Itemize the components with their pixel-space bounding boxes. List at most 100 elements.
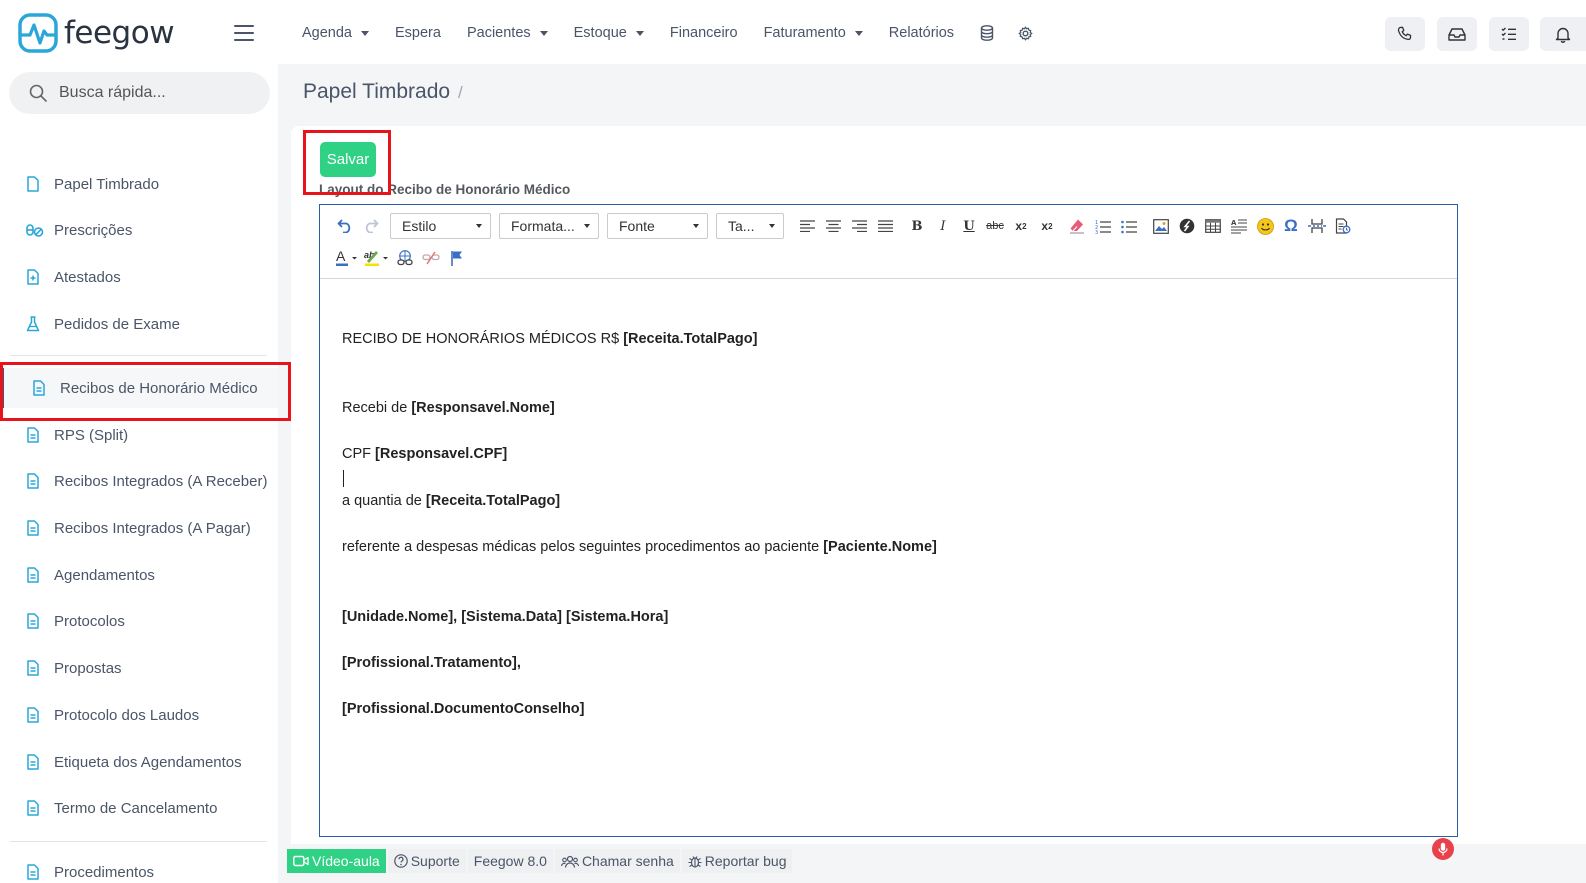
- align-right-icon[interactable]: [846, 213, 872, 239]
- nav-pacientes[interactable]: Pacientes: [467, 22, 548, 44]
- page-break-icon[interactable]: [1304, 213, 1330, 239]
- version-label: Feegow 8.0: [467, 849, 553, 873]
- template-icon[interactable]: [1330, 213, 1356, 239]
- nav-financeiro[interactable]: Financeiro: [670, 22, 738, 44]
- sidebar-item-protocolo-dos-laudos[interactable]: Protocolo dos Laudos: [0, 695, 278, 735]
- doc-line-professional-council: [Profissional.DocumentoConselho]: [342, 701, 585, 717]
- special-char-icon[interactable]: Ω: [1278, 213, 1304, 239]
- sidebar-item-agendamentos[interactable]: Agendamentos: [0, 555, 278, 595]
- sidebar-item-propostas[interactable]: Propostas: [0, 648, 278, 688]
- logo-heartbeat-icon: [18, 13, 58, 53]
- bullet-list-icon[interactable]: [1116, 213, 1142, 239]
- breadcrumb-separator: /: [458, 83, 463, 102]
- main-nav: Agenda Espera Pacientes Estoque Financei…: [302, 22, 1056, 44]
- highlight-color-icon[interactable]: ab: [362, 245, 392, 271]
- sidebar-item-termo-cancelamento[interactable]: Termo de Cancelamento: [0, 788, 278, 828]
- doc-line-receipt-title: RECIBO DE HONORÁRIOS MÉDICOS R$ [Receita…: [342, 331, 758, 347]
- checklist-button[interactable]: [1489, 17, 1529, 51]
- report-bug-button[interactable]: Reportar bug: [681, 849, 793, 873]
- form-card: Salvar Layout do Recibo de Honorário Méd…: [291, 126, 1586, 844]
- sidebar-item-recibos-integrados-receber[interactable]: Recibos Integrados (A Receber): [0, 461, 278, 501]
- nav-agenda[interactable]: Agenda: [302, 22, 369, 44]
- save-button[interactable]: Salvar: [320, 142, 376, 177]
- undo-icon[interactable]: [332, 213, 358, 239]
- chevron-down-icon: [584, 224, 590, 228]
- italic-icon[interactable]: I: [930, 213, 956, 239]
- logo-text: feegow: [64, 15, 175, 51]
- quick-search[interactable]: [9, 72, 270, 114]
- redo-icon[interactable]: [358, 213, 384, 239]
- sidebar-item-recibos-integrados-pagar[interactable]: Recibos Integrados (A Pagar): [0, 508, 278, 548]
- size-select[interactable]: Ta...: [716, 213, 784, 239]
- hamburger-menu-icon[interactable]: [234, 25, 254, 41]
- sidebar-item-recibos-honorario-medico[interactable]: Recibos de Honorário Médico: [2, 368, 288, 408]
- page-title: Papel Timbrado: [303, 80, 451, 103]
- sidebar-item-rps-split[interactable]: RPS (Split): [0, 415, 278, 455]
- pills-icon: [26, 224, 44, 237]
- bold-icon[interactable]: B: [904, 213, 930, 239]
- microphone-button[interactable]: [1432, 838, 1454, 860]
- flash-icon[interactable]: [1174, 213, 1200, 239]
- file-text-icon: [27, 660, 39, 676]
- table-icon[interactable]: [1200, 213, 1226, 239]
- sidebar-item-protocolos[interactable]: Protocolos: [0, 601, 278, 641]
- align-left-icon[interactable]: [794, 213, 820, 239]
- sidebar-item-procedimentos[interactable]: Procedimentos: [0, 852, 278, 883]
- superscript-icon[interactable]: x2: [1034, 213, 1060, 239]
- editor-toolbar: Estilo Formata... Fonte Ta... B I U abc …: [320, 205, 1457, 279]
- unlink-icon[interactable]: [418, 245, 444, 271]
- sidebar-item-atestados[interactable]: Atestados: [0, 257, 278, 297]
- question-circle-icon: [393, 854, 408, 868]
- format-select[interactable]: Formata...: [499, 213, 599, 239]
- doc-line-received-from: Recebi de [Responsavel.Nome]: [342, 400, 555, 416]
- image-icon[interactable]: [1148, 213, 1174, 239]
- gear-icon[interactable]: [1018, 25, 1034, 41]
- link-icon[interactable]: [392, 245, 418, 271]
- smiley-icon[interactable]: [1252, 213, 1278, 239]
- database-icon[interactable]: [980, 25, 996, 41]
- chevron-down-icon: [693, 224, 699, 228]
- underline-icon[interactable]: U: [956, 213, 982, 239]
- search-icon: [29, 84, 47, 102]
- doc-line-place-date: [Unidade.Nome], [Sistema.Data] [Sistema.…: [342, 609, 669, 625]
- microphone-icon: [1438, 842, 1448, 856]
- sidebar-item-etiqueta-agendamentos[interactable]: Etiqueta dos Agendamentos: [0, 742, 278, 782]
- eraser-icon[interactable]: [1064, 213, 1090, 239]
- nav-estoque[interactable]: Estoque: [574, 22, 644, 44]
- search-input[interactable]: [59, 84, 249, 102]
- checklist-icon: [1501, 27, 1516, 40]
- nav-espera[interactable]: Espera: [395, 22, 441, 44]
- chevron-down-icon: [539, 30, 548, 36]
- video-lesson-button[interactable]: Vídeo-aula: [287, 849, 386, 873]
- main-content: Papel Timbrado / Salvar Layout do Recibo…: [278, 64, 1586, 883]
- inbox-button[interactable]: [1437, 17, 1477, 51]
- phone-button[interactable]: [1385, 17, 1425, 51]
- ordered-list-icon[interactable]: 123: [1090, 213, 1116, 239]
- inbox-icon: [1448, 27, 1466, 41]
- text-cursor: [343, 470, 344, 487]
- svg-text:A: A: [336, 249, 346, 264]
- align-center-icon[interactable]: [820, 213, 846, 239]
- align-justify-icon[interactable]: [872, 213, 898, 239]
- users-icon: [560, 855, 579, 868]
- footer-bar: Vídeo-aula Suporte Feegow 8.0 Chamar sen…: [287, 849, 794, 873]
- doc-line-procedures: referente a despesas médicas pelos segui…: [342, 539, 937, 555]
- sidebar-item-pedidos-de-exame[interactable]: Pedidos de Exame: [0, 304, 278, 344]
- nav-relatorios[interactable]: Relatórios: [889, 22, 954, 44]
- anchor-flag-icon[interactable]: [444, 245, 470, 271]
- file-text-icon: [27, 707, 39, 723]
- text-format-icon[interactable]: A: [1226, 213, 1252, 239]
- file-plus-icon: [27, 269, 39, 285]
- support-button[interactable]: Suporte: [387, 849, 466, 873]
- notifications-button[interactable]: [1540, 17, 1586, 51]
- subscript-icon[interactable]: x2: [1008, 213, 1034, 239]
- sidebar-item-prescricoes[interactable]: Prescrições: [0, 210, 278, 250]
- strikethrough-icon[interactable]: abc: [982, 213, 1008, 239]
- sidebar-item-papel-timbrado[interactable]: Papel Timbrado: [0, 164, 278, 204]
- nav-faturamento[interactable]: Faturamento: [764, 22, 863, 44]
- text-color-icon[interactable]: A: [332, 245, 362, 271]
- feegow-logo[interactable]: feegow: [18, 13, 175, 53]
- font-select[interactable]: Fonte: [607, 213, 708, 239]
- style-select[interactable]: Estilo: [390, 213, 491, 239]
- call-ticket-button[interactable]: Chamar senha: [554, 849, 680, 873]
